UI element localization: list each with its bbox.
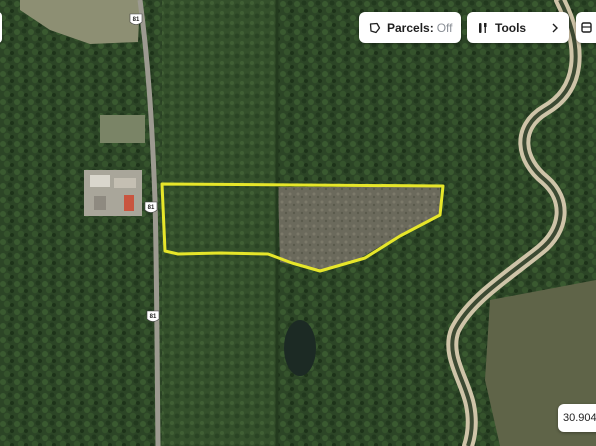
- highway-shield: 81: [144, 201, 158, 213]
- svg-text:81: 81: [133, 17, 140, 23]
- svg-text:81: 81: [148, 205, 155, 211]
- parcels-toggle-button[interactable]: Parcels: Off: [359, 12, 461, 43]
- tools-icon: [477, 22, 489, 34]
- highway-shield: 81: [129, 13, 143, 25]
- chevron-right-icon: [551, 23, 559, 33]
- menu-button[interactable]: [0, 12, 2, 43]
- parcels-label: Parcels:: [387, 20, 434, 35]
- coordinate-readout: 30.9048: [558, 404, 596, 432]
- field-patch: [100, 115, 145, 143]
- highway-shield: 81: [146, 310, 160, 322]
- tools-button[interactable]: Tools: [467, 12, 569, 43]
- coordinate-value: 30.9048: [563, 412, 596, 424]
- parcel-outline-icon: [369, 22, 381, 34]
- layers-button[interactable]: [576, 12, 596, 43]
- svg-text:81: 81: [150, 314, 157, 320]
- layers-icon: [581, 22, 592, 33]
- industrial-site: [84, 170, 142, 216]
- tools-label: Tools: [495, 20, 527, 35]
- parcels-value: Off: [436, 20, 453, 35]
- pond: [284, 320, 316, 376]
- satellite-map[interactable]: 81 81 81: [0, 0, 596, 446]
- pine-plantation: [162, 0, 277, 446]
